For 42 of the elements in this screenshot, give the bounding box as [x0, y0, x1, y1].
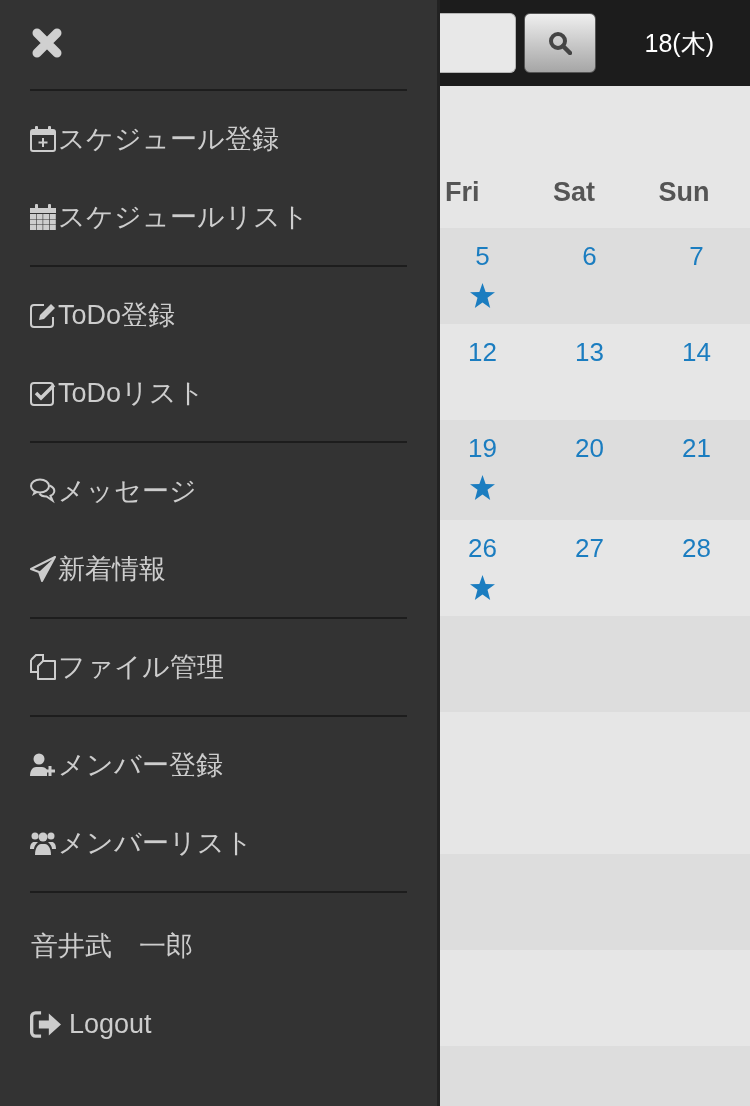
day-link[interactable]: 20 [575, 433, 604, 463]
menu-item[interactable]: メッセージ [30, 474, 197, 508]
menu-item[interactable]: ToDo登録 [30, 298, 176, 332]
menu-item[interactable]: ToDoリスト [30, 376, 206, 410]
weekday-header: Sat [553, 176, 595, 208]
logout-link[interactable]: Logout [30, 1007, 152, 1041]
day-link[interactable]: 14 [682, 337, 711, 367]
day-link[interactable]: 5 [475, 241, 490, 271]
edit-icon [30, 302, 56, 328]
day-link[interactable]: 12 [468, 337, 497, 367]
user-plus-icon [30, 752, 56, 778]
calendar-plus-icon [30, 126, 56, 152]
users-icon [30, 830, 56, 856]
menu-item[interactable]: ファイル管理 [30, 650, 224, 684]
logout-icon [30, 1009, 61, 1039]
day-link[interactable]: 21 [682, 433, 711, 463]
menu-item[interactable]: 新着情報 [30, 552, 166, 586]
files-icon [30, 654, 56, 680]
search-field[interactable] [440, 13, 516, 73]
user-name: 音井武 一郎 [31, 930, 193, 963]
close-icon [32, 27, 62, 58]
weekday-header: Sun [658, 176, 710, 208]
date-label: 18(木) [644, 28, 714, 59]
search-button[interactable] [524, 13, 596, 73]
chat-bubbles-icon [30, 478, 56, 504]
close-button[interactable] [32, 27, 62, 58]
day-link[interactable]: 26 [468, 533, 497, 563]
day-link[interactable]: 13 [575, 337, 604, 367]
search-icon [548, 31, 572, 55]
paper-plane-icon [30, 556, 56, 582]
day-link[interactable]: 28 [682, 533, 711, 563]
weekday-header: Fri [445, 176, 480, 208]
calendar-icon [30, 204, 56, 230]
menu-item[interactable]: スケジュールリスト [30, 200, 309, 234]
check-square-icon [30, 380, 56, 406]
menu-item[interactable]: メンバー登録 [30, 748, 223, 782]
day-link[interactable]: 19 [468, 433, 497, 463]
menu-item[interactable]: メンバーリスト [30, 826, 253, 860]
day-link[interactable]: 7 [689, 241, 704, 271]
menu-item[interactable]: スケジュール登録 [30, 122, 279, 156]
day-link[interactable]: 27 [575, 533, 604, 563]
day-link[interactable]: 6 [582, 241, 597, 271]
